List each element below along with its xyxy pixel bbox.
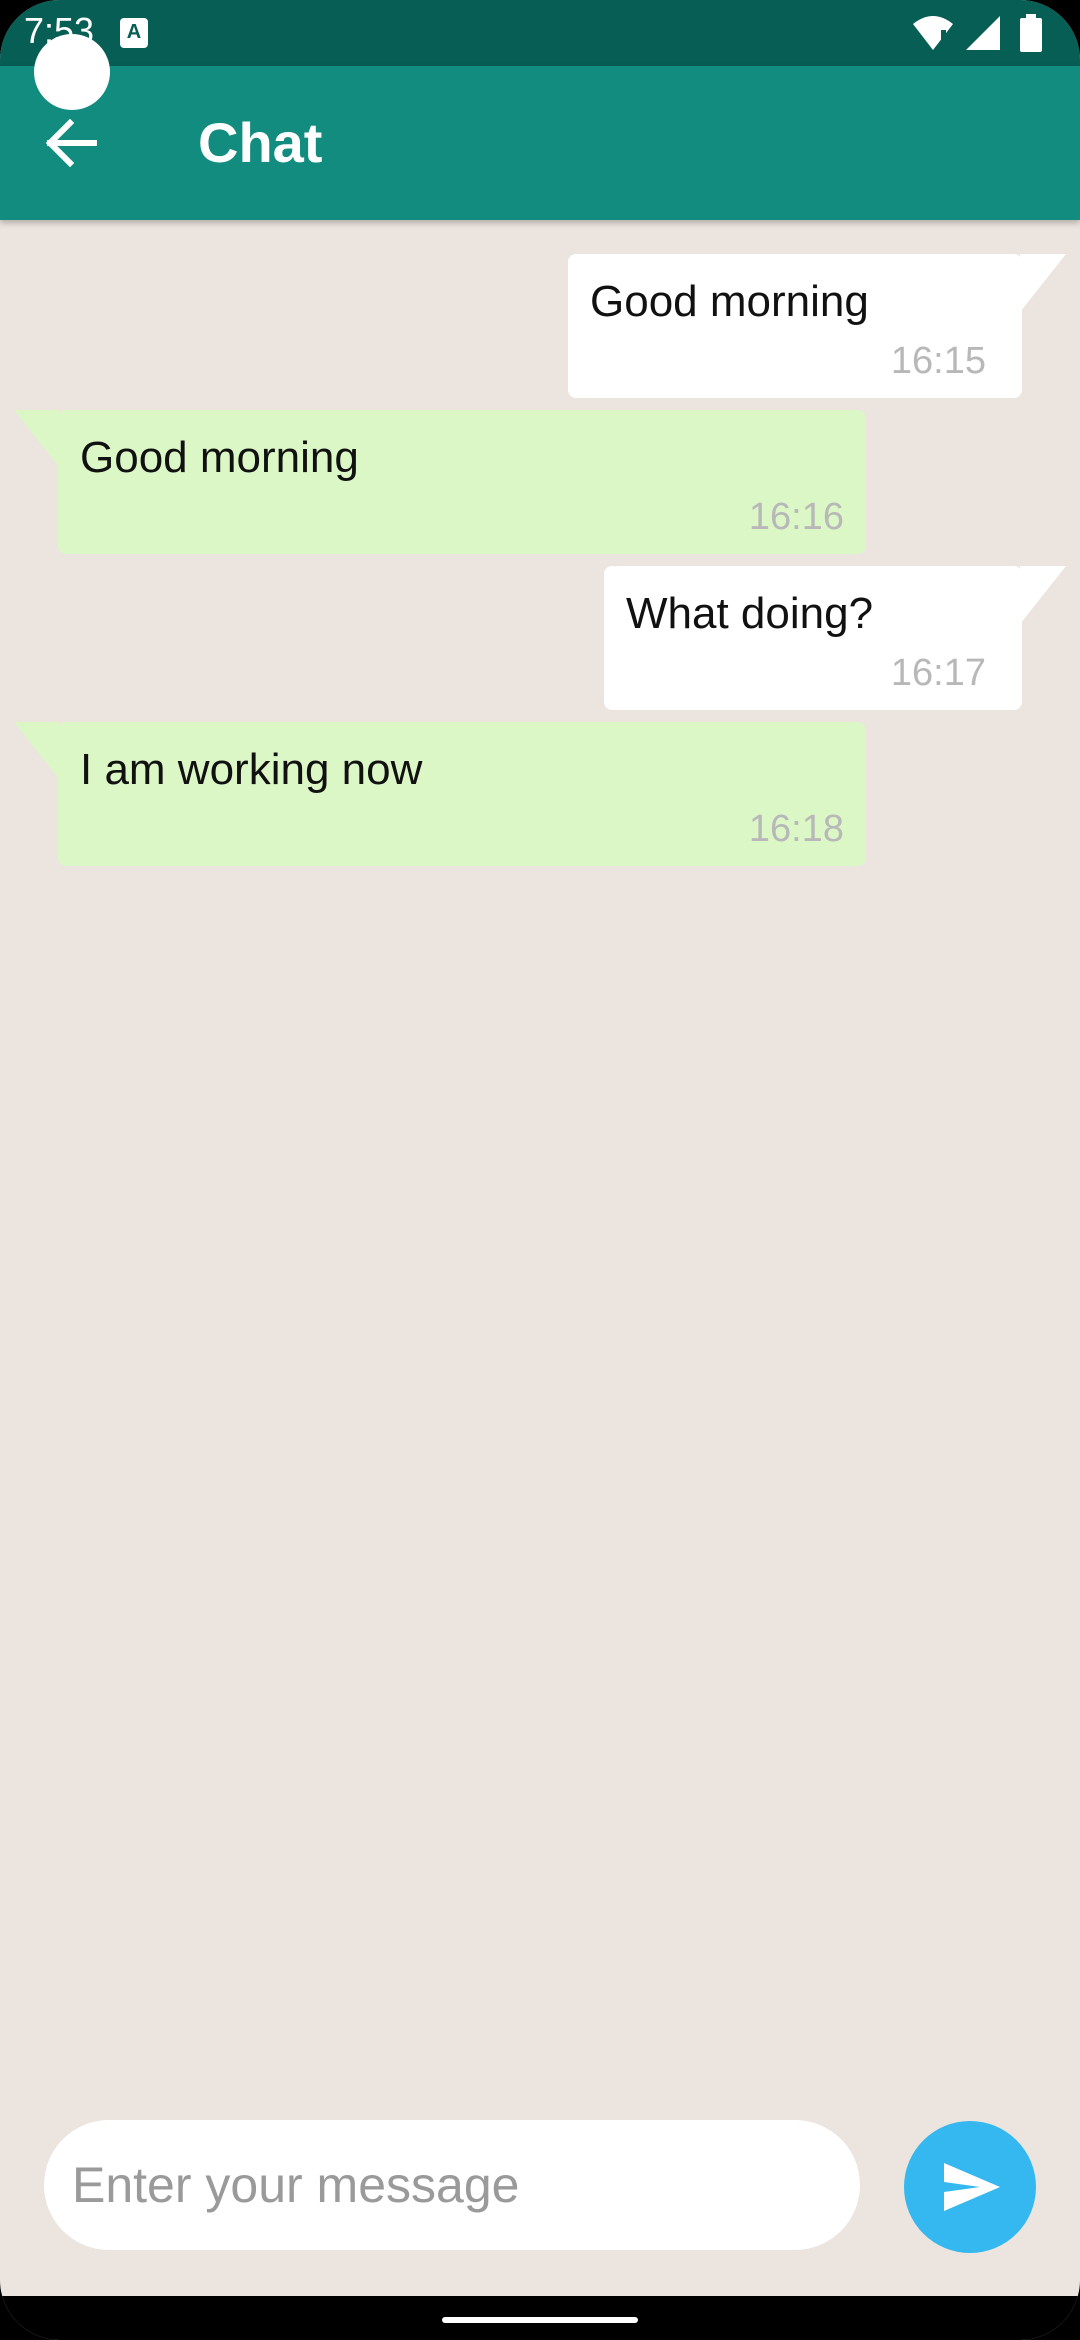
message-time: 16:15 xyxy=(890,340,986,382)
send-button[interactable] xyxy=(904,2121,1036,2253)
message-input-container xyxy=(44,2120,860,2250)
camera-cutout xyxy=(34,34,110,110)
message-bubble-received[interactable]: Good morning 16:16 xyxy=(58,410,866,554)
keyboard-notification-icon: A xyxy=(120,18,148,48)
app-bar: Chat xyxy=(0,66,1080,220)
bubble-tail xyxy=(14,722,60,780)
send-icon xyxy=(944,2163,1000,2211)
message-input[interactable] xyxy=(72,2120,832,2250)
status-bar: 7:53 A xyxy=(0,0,1080,66)
message-text: I am working now xyxy=(80,745,423,794)
bubble-tail xyxy=(14,410,60,468)
message-text: What doing? xyxy=(626,589,874,638)
signal-icon xyxy=(965,16,1000,50)
message-bubble-sent[interactable]: What doing? 16:17 xyxy=(604,566,1022,710)
bubble-tail xyxy=(1020,566,1066,624)
bubble-tail xyxy=(1020,254,1066,312)
navigation-bar xyxy=(0,2296,1080,2340)
page-title: Chat xyxy=(198,111,323,174)
battery-icon xyxy=(1020,14,1042,52)
back-button[interactable] xyxy=(42,111,108,177)
status-icons xyxy=(911,14,1044,54)
wifi-icon xyxy=(913,16,954,50)
message-text: Good morning xyxy=(80,433,359,482)
message-time: 16:18 xyxy=(748,808,844,850)
arrow-left-icon xyxy=(45,118,97,168)
message-bubble-received[interactable]: I am working now 16:18 xyxy=(58,722,866,866)
message-text: Good morning xyxy=(590,277,869,326)
message-bubble-sent[interactable]: Good morning 16:15 xyxy=(568,254,1022,398)
message-time: 16:17 xyxy=(890,652,986,694)
chat-screen: 7:53 A Chat Good morning 16:15 Good morn… xyxy=(0,0,1080,2340)
home-indicator[interactable] xyxy=(442,2317,638,2323)
message-time: 16:16 xyxy=(748,496,844,538)
